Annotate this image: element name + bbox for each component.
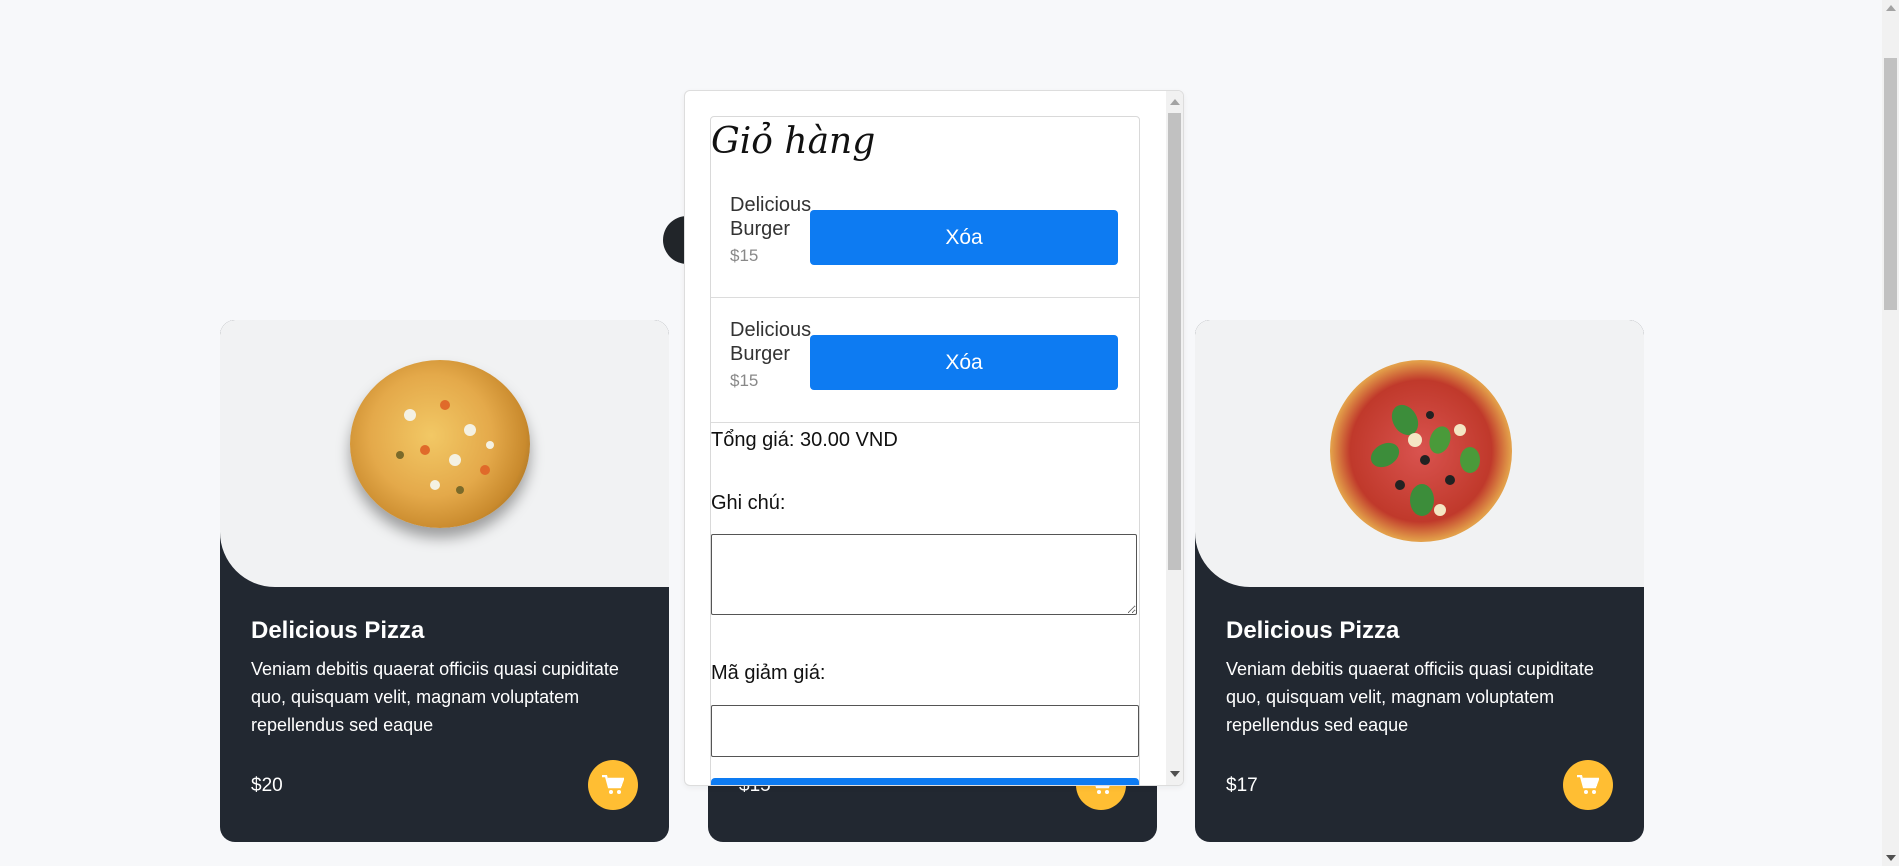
page-scrollbar[interactable]: [1882, 0, 1899, 866]
scroll-down-arrow-icon[interactable]: [1170, 771, 1180, 777]
cart-item-price: $15: [730, 371, 759, 390]
cart-title: Giỏ hàng: [711, 121, 876, 162]
pizza-image: [1330, 360, 1512, 542]
shopping-cart-icon: [602, 775, 624, 794]
cart-item: Delicious Burger $15 Xóa: [711, 173, 1139, 298]
add-to-cart-button[interactable]: [588, 760, 638, 810]
product-description: Veniam debitis quaerat officiis quasi cu…: [251, 659, 619, 735]
scroll-up-arrow-icon[interactable]: [1170, 99, 1180, 105]
cart-item: Delicious Burger $15 Xóa: [711, 298, 1139, 423]
product-description: Veniam debitis quaerat officiis quasi cu…: [1226, 659, 1594, 735]
product-title: Delicious Pizza: [1226, 617, 1400, 644]
remove-item-button[interactable]: Xóa: [810, 335, 1118, 390]
modal-scrollbar[interactable]: [1166, 91, 1183, 785]
product-image-area: [220, 320, 669, 587]
product-price: $17: [1226, 775, 1258, 796]
cart-item-name: Delicious Burger: [730, 319, 812, 365]
product-card: Delicious Pizza Veniam debitis quaerat o…: [1195, 320, 1644, 842]
coupon-label: Mã giảm giá:: [711, 662, 826, 684]
cart-item-name: Delicious Burger: [730, 194, 812, 240]
scroll-up-arrow-icon[interactable]: [1886, 5, 1896, 11]
scrollbar-thumb[interactable]: [1168, 113, 1181, 570]
scroll-down-arrow-icon[interactable]: [1886, 855, 1896, 861]
product-image-area: [1195, 320, 1644, 587]
cart-total: Tổng giá: 30.00 VND: [711, 429, 898, 451]
shopping-cart-icon: [1577, 775, 1599, 794]
product-card: Delicious Pizza Veniam debitis quaerat o…: [220, 320, 669, 842]
scrollbar-thumb[interactable]: [1884, 58, 1897, 310]
cart-item-price: $15: [730, 246, 759, 265]
note-textarea[interactable]: [711, 534, 1137, 615]
cart-modal: Giỏ hàng Delicious Burger $15 Xóa Delici…: [684, 90, 1184, 786]
cart-panel: Giỏ hàng Delicious Burger $15 Xóa Delici…: [710, 116, 1140, 785]
pizza-image: [350, 360, 530, 528]
product-title: Delicious Pizza: [251, 617, 425, 644]
coupon-input[interactable]: [711, 705, 1139, 757]
product-price: $20: [251, 775, 283, 796]
checkout-button[interactable]: [711, 778, 1139, 785]
note-label: Ghi chú:: [711, 492, 786, 514]
add-to-cart-button[interactable]: [1563, 760, 1613, 810]
remove-item-button[interactable]: Xóa: [810, 210, 1118, 265]
